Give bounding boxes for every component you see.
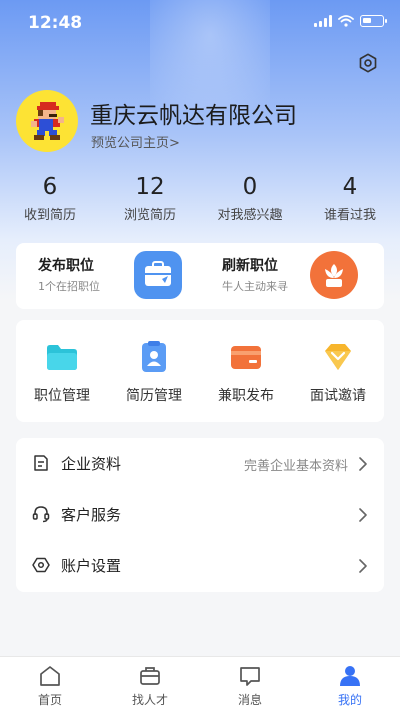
preview-company-homepage-link[interactable]: 预览公司主页> bbox=[91, 132, 180, 151]
stat-value: 0 bbox=[242, 174, 258, 200]
tab-label: 我的 bbox=[337, 693, 362, 707]
settings-gear-icon[interactable] bbox=[357, 52, 379, 74]
menu-label: 账户设置 bbox=[61, 557, 122, 575]
menu-label: 客户服务 bbox=[61, 506, 122, 524]
promo-title: 刷新职位 bbox=[222, 258, 278, 274]
company-name: 重庆云帆达有限公司 bbox=[90, 103, 297, 129]
menu-label: 企业资料 bbox=[61, 455, 122, 473]
tab-label: 首页 bbox=[37, 693, 62, 707]
briefcase-icon bbox=[140, 667, 160, 685]
tab-messages[interactable]: 消息 bbox=[200, 657, 300, 710]
stat-label: 对我感兴趣 bbox=[217, 208, 283, 223]
hexagon-settings-icon bbox=[32, 557, 50, 573]
stat-label: 浏览简历 bbox=[123, 208, 176, 223]
document-icon bbox=[34, 455, 48, 471]
resume-icon bbox=[142, 341, 166, 372]
stat-who-viewed-me[interactable]: 4 谁看过我 bbox=[300, 172, 400, 223]
promo-subtitle: 1个在招职位 bbox=[38, 280, 100, 293]
stat-value: 6 bbox=[42, 174, 58, 200]
wifi-icon bbox=[338, 15, 354, 27]
tab-home[interactable]: 首页 bbox=[0, 657, 100, 710]
job-management-button[interactable]: 职位管理 bbox=[16, 320, 108, 422]
tool-label: 职位管理 bbox=[34, 388, 90, 404]
chevron-right-icon bbox=[359, 559, 367, 573]
stat-value: 12 bbox=[135, 174, 165, 200]
card-icon bbox=[231, 346, 261, 369]
tool-label: 面试邀请 bbox=[310, 388, 366, 404]
stat-label: 谁看过我 bbox=[323, 208, 376, 223]
status-icons bbox=[314, 15, 387, 27]
tab-label: 消息 bbox=[237, 693, 262, 707]
menu-item-account-settings[interactable]: 账户设置 bbox=[16, 540, 384, 591]
pixel-character-avatar-icon bbox=[31, 102, 64, 140]
briefcase-icon bbox=[134, 251, 182, 299]
folder-icon bbox=[47, 345, 77, 370]
tab-me[interactable]: 我的 bbox=[300, 657, 400, 710]
settings-menu-card: 企业资料 完善企业基本资料 客户服务 账户设置 bbox=[16, 438, 384, 592]
bottom-tab-bar: 首页 找人才 消息 我的 bbox=[0, 656, 400, 710]
battery-icon bbox=[360, 15, 387, 27]
avatar[interactable] bbox=[16, 90, 78, 152]
tool-label: 简历管理 bbox=[126, 388, 182, 404]
stat-received-resumes[interactable]: 6 收到简历 bbox=[0, 172, 100, 223]
stat-browsed-resumes[interactable]: 12 浏览简历 bbox=[100, 172, 200, 223]
home-icon bbox=[40, 666, 60, 686]
tab-find-talent[interactable]: 找人才 bbox=[100, 657, 200, 710]
promo-title: 发布职位 bbox=[38, 258, 94, 274]
tools-card: 职位管理 简历管理 兼职发布 面试邀请 bbox=[16, 320, 384, 422]
chevron-right-icon bbox=[359, 457, 367, 471]
chevron-right-icon bbox=[359, 508, 367, 522]
status-time: 12:48 bbox=[28, 13, 83, 33]
headset-icon bbox=[32, 506, 50, 523]
status-bar: 12:48 bbox=[0, 0, 400, 44]
stats-row: 6 收到简历 12 浏览简历 0 对我感兴趣 4 谁看过我 bbox=[0, 172, 400, 223]
menu-value: 完善企业基本资料 bbox=[243, 459, 348, 474]
promo-subtitle: 牛人主动来寻 bbox=[222, 280, 288, 293]
menu-item-company-profile[interactable]: 企业资料 完善企业基本资料 bbox=[16, 438, 384, 489]
stat-interested-in-me[interactable]: 0 对我感兴趣 bbox=[200, 172, 300, 223]
signal-icon bbox=[314, 15, 332, 27]
promo-card: 发布职位 1个在招职位 刷新职位 牛人主动来寻 bbox=[16, 243, 384, 309]
company-profile: 重庆云帆达有限公司 预览公司主页> bbox=[16, 90, 386, 152]
part-time-post-button[interactable]: 兼职发布 bbox=[200, 320, 292, 422]
refresh-job-button[interactable]: 刷新职位 牛人主动来寻 bbox=[200, 243, 384, 309]
stat-value: 4 bbox=[342, 174, 358, 200]
tab-label: 找人才 bbox=[131, 693, 168, 707]
menu-item-customer-service[interactable]: 客户服务 bbox=[16, 489, 384, 540]
person-icon bbox=[340, 666, 360, 686]
interview-invitation-button[interactable]: 面试邀请 bbox=[292, 320, 384, 422]
resume-management-button[interactable]: 简历管理 bbox=[108, 320, 200, 422]
message-icon bbox=[240, 667, 260, 686]
diamond-icon bbox=[325, 344, 351, 370]
tool-label: 兼职发布 bbox=[218, 388, 274, 404]
flower-icon bbox=[310, 251, 358, 299]
post-job-button[interactable]: 发布职位 1个在招职位 bbox=[16, 243, 200, 309]
stat-label: 收到简历 bbox=[23, 208, 76, 223]
